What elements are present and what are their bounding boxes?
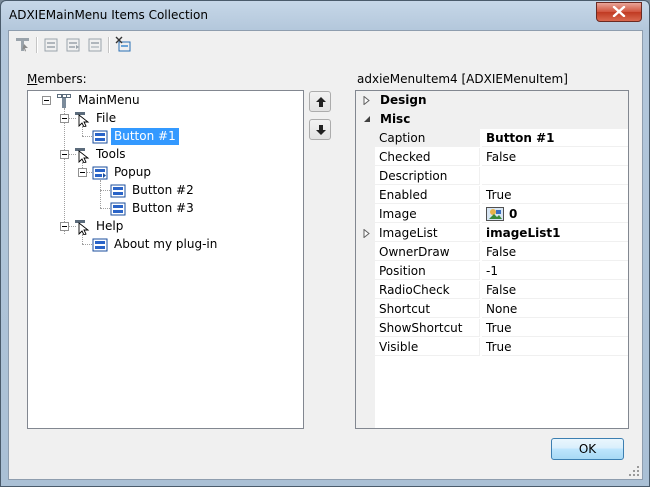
move-up-button[interactable] bbox=[309, 91, 331, 112]
arrow-up-icon bbox=[316, 97, 326, 107]
expander-mainmenu[interactable] bbox=[42, 96, 51, 105]
property-value[interactable]: Button #1 bbox=[482, 129, 628, 147]
delete-icon[interactable] bbox=[115, 36, 133, 54]
property-name: Visible bbox=[375, 338, 480, 356]
property-name: Description bbox=[375, 167, 480, 185]
expander-popup[interactable] bbox=[78, 168, 87, 177]
property-row-image[interactable]: Image 0 bbox=[375, 205, 628, 224]
collapse-triangle-icon[interactable] bbox=[363, 115, 371, 123]
property-row-checked[interactable]: Checked False bbox=[375, 148, 628, 167]
button-item-icon bbox=[92, 130, 108, 144]
property-value[interactable] bbox=[482, 167, 628, 185]
expander-tools[interactable] bbox=[60, 150, 69, 159]
property-value[interactable]: False bbox=[482, 281, 628, 299]
property-value[interactable]: True bbox=[482, 186, 628, 204]
property-row-ownerdraw[interactable]: OwnerDraw False bbox=[375, 243, 628, 262]
category-misc[interactable]: Misc bbox=[356, 110, 628, 129]
property-row-enabled[interactable]: Enabled True bbox=[375, 186, 628, 205]
property-value[interactable]: 0 bbox=[482, 205, 628, 223]
close-button[interactable] bbox=[596, 2, 642, 22]
button-item-icon bbox=[110, 202, 126, 216]
add-separator-icon[interactable] bbox=[86, 36, 104, 54]
property-name: ShowShortcut bbox=[375, 319, 480, 337]
expand-triangle-icon[interactable] bbox=[363, 96, 370, 105]
tree-label: MainMenu bbox=[78, 93, 140, 107]
tree-label: Button #2 bbox=[132, 183, 194, 197]
toolbar bbox=[11, 33, 211, 57]
button-item-icon bbox=[110, 184, 126, 198]
property-name: Shortcut bbox=[375, 300, 480, 318]
close-icon bbox=[612, 6, 626, 17]
property-name: Position bbox=[375, 262, 480, 280]
property-value[interactable]: -1 bbox=[482, 262, 628, 280]
tree-label: Button #1 bbox=[111, 128, 179, 145]
property-name: ImageList bbox=[375, 224, 480, 242]
property-value[interactable]: True bbox=[482, 338, 628, 356]
dialog-client: Members: MainMenu File Button #1 Tools P… bbox=[8, 30, 643, 480]
button-item-icon bbox=[92, 238, 108, 252]
expander-file[interactable] bbox=[60, 114, 69, 123]
arrow-down-icon bbox=[316, 125, 326, 135]
add-popup-icon[interactable] bbox=[64, 36, 82, 54]
add-button-icon[interactable] bbox=[42, 36, 60, 54]
dialog-window: ADXIEMainMenu Items Collection Members: … bbox=[0, 0, 650, 487]
add-menu-icon[interactable] bbox=[14, 36, 32, 54]
popup-item-icon bbox=[92, 166, 108, 180]
expand-triangle-icon[interactable] bbox=[363, 229, 370, 238]
category-design[interactable]: Design bbox=[356, 91, 628, 110]
tree-label: About my plug-in bbox=[114, 237, 218, 251]
property-name: Caption bbox=[375, 129, 480, 147]
property-row-imagelist[interactable]: ImageList imageList1 bbox=[363, 224, 628, 243]
property-row-position[interactable]: Position -1 bbox=[375, 262, 628, 281]
property-row-shortcut[interactable]: Shortcut None bbox=[375, 300, 628, 319]
property-row-radiocheck[interactable]: RadioCheck False bbox=[375, 281, 628, 300]
property-row-visible[interactable]: Visible True bbox=[375, 338, 628, 357]
property-grid-header: adxieMenuItem4 [ADXIEMenuItem] bbox=[357, 72, 568, 86]
property-value[interactable]: None bbox=[482, 300, 628, 318]
image-preview-icon bbox=[486, 207, 504, 221]
resize-grip-icon[interactable] bbox=[628, 465, 640, 477]
property-name: Enabled bbox=[375, 186, 480, 204]
property-name: Checked bbox=[375, 148, 480, 166]
menu-item-cursor-icon bbox=[75, 112, 90, 127]
property-row-showshortcut[interactable]: ShowShortcut True bbox=[375, 319, 628, 338]
property-value[interactable]: False bbox=[482, 243, 628, 261]
main-menu-icon bbox=[57, 94, 71, 108]
members-label: Members: bbox=[27, 72, 87, 86]
tree-label: Popup bbox=[114, 165, 151, 179]
property-value[interactable]: False bbox=[482, 148, 628, 166]
menu-item-cursor-icon bbox=[75, 148, 90, 163]
move-down-button[interactable] bbox=[309, 119, 331, 140]
tree-label: Tools bbox=[96, 147, 126, 161]
tree-label: File bbox=[96, 111, 117, 125]
property-name: OwnerDraw bbox=[375, 243, 480, 261]
property-name: RadioCheck bbox=[375, 281, 480, 299]
tree-label: Help bbox=[96, 219, 124, 233]
expander-help[interactable] bbox=[60, 222, 69, 231]
property-value[interactable]: True bbox=[482, 319, 628, 337]
property-row-caption[interactable]: Caption Button #1 bbox=[375, 129, 628, 148]
property-name: Image bbox=[375, 205, 480, 223]
menu-item-cursor-icon bbox=[75, 220, 90, 235]
ok-button[interactable]: OK bbox=[551, 438, 624, 460]
members-tree[interactable]: MainMenu File Button #1 Tools Popup Butt… bbox=[27, 90, 304, 429]
property-row-description[interactable]: Description bbox=[375, 167, 628, 186]
title-bar[interactable]: ADXIEMainMenu Items Collection bbox=[1, 1, 649, 29]
window-title: ADXIEMainMenu Items Collection bbox=[9, 8, 208, 22]
property-grid[interactable]: Design Misc Caption Button #1 Checked Fa… bbox=[355, 90, 629, 429]
property-value[interactable]: imageList1 bbox=[482, 224, 628, 242]
tree-label: Button #3 bbox=[132, 201, 194, 215]
